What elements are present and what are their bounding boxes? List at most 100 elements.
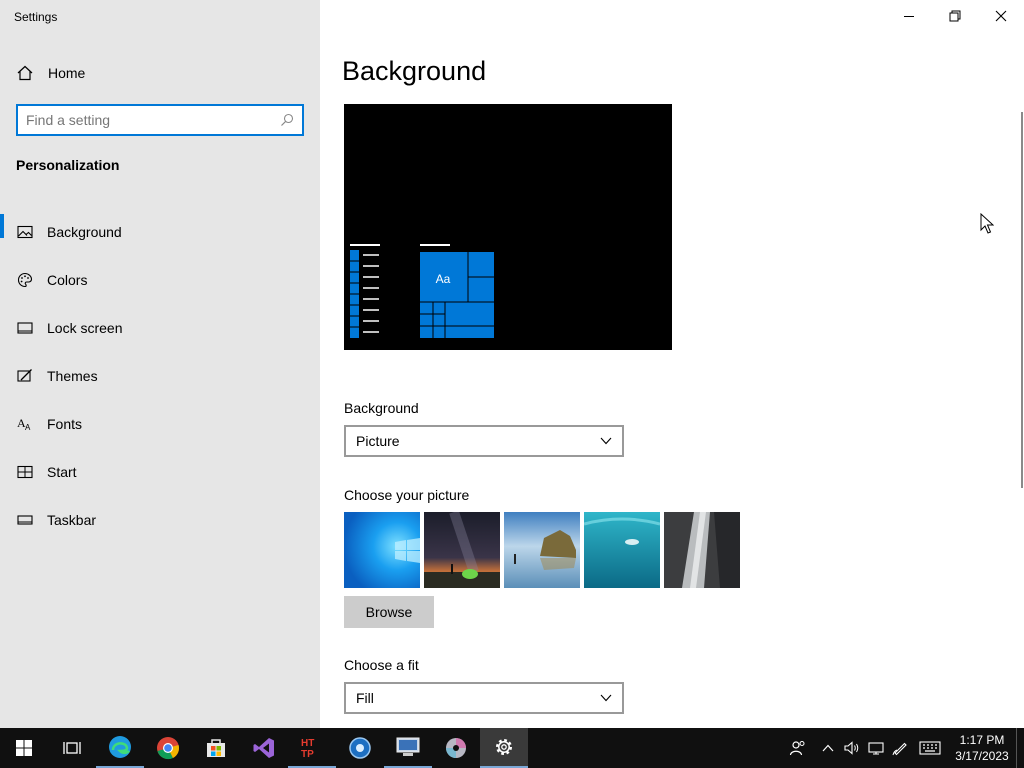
nav-label: Lock screen bbox=[47, 320, 123, 336]
chrome-icon bbox=[157, 737, 179, 760]
nav-label: Fonts bbox=[47, 416, 83, 432]
chevron-down-icon bbox=[600, 437, 612, 445]
settings-icon bbox=[496, 739, 512, 755]
pen-workspace-button[interactable] bbox=[888, 728, 912, 768]
minimize-icon bbox=[904, 16, 914, 17]
nav-label: Background bbox=[47, 224, 122, 240]
nav-label: Colors bbox=[47, 272, 88, 288]
http-tool-icon: HTTP bbox=[301, 738, 314, 759]
taskbar-app-media-player[interactable] bbox=[336, 728, 384, 768]
picture-thumbnail[interactable] bbox=[424, 512, 500, 588]
windows-logo-icon bbox=[16, 740, 32, 756]
search-box[interactable] bbox=[16, 104, 304, 136]
chevron-down-icon bbox=[600, 694, 612, 702]
network-tool-icon bbox=[396, 737, 420, 756]
taskbar-app-edge[interactable] bbox=[96, 728, 144, 768]
beach-rocks-picture bbox=[504, 512, 580, 588]
nav-label: Themes bbox=[47, 368, 98, 384]
clock-date: 3/17/2023 bbox=[955, 749, 1009, 763]
picture-icon bbox=[17, 225, 33, 239]
volume-button[interactable] bbox=[840, 728, 864, 768]
desktop-preview: Aa bbox=[344, 104, 672, 350]
nav-item-colors[interactable]: Colors bbox=[0, 256, 320, 304]
volume-icon bbox=[844, 741, 859, 755]
chevron-up-icon bbox=[822, 744, 834, 752]
close-icon bbox=[995, 10, 1007, 22]
preview-tile-text: Aa bbox=[436, 272, 451, 286]
taskbar-app-store[interactable] bbox=[192, 728, 240, 768]
svg-text:TP: TP bbox=[301, 749, 314, 759]
themes-icon bbox=[17, 369, 32, 382]
picture-thumbnail[interactable] bbox=[664, 512, 740, 588]
choose-picture-label: Choose your picture bbox=[344, 487, 470, 503]
store-icon bbox=[207, 739, 225, 757]
picture-thumbnail[interactable] bbox=[344, 512, 420, 588]
fit-dropdown[interactable]: Fill bbox=[344, 682, 624, 714]
lock-screen-icon bbox=[17, 322, 33, 334]
fit-value: Fill bbox=[356, 690, 374, 706]
scrollbar[interactable] bbox=[1021, 112, 1023, 488]
taskbar-app-visual-studio[interactable] bbox=[240, 728, 288, 768]
fonts-icon: AA bbox=[17, 416, 31, 432]
waterfall-cliff-picture bbox=[664, 512, 740, 588]
windows-hero-picture bbox=[344, 512, 420, 588]
start-button[interactable] bbox=[0, 728, 48, 768]
nav-item-lock-screen[interactable]: Lock screen bbox=[0, 304, 320, 352]
system-tray: 1:17 PM 3/17/2023 bbox=[780, 728, 1024, 768]
mouse-cursor-icon bbox=[980, 213, 994, 234]
visual-studio-icon bbox=[253, 738, 274, 758]
nav-list: Background Colors Lock screen Themes AA … bbox=[0, 208, 320, 544]
touch-keyboard-button[interactable] bbox=[912, 728, 948, 768]
minimize-button[interactable] bbox=[886, 0, 932, 32]
search-input[interactable] bbox=[26, 112, 280, 128]
sidebar: Settings Home Personalization Background… bbox=[0, 0, 320, 728]
home-label: Home bbox=[48, 65, 86, 81]
edge-icon bbox=[109, 736, 131, 758]
picture-thumbnails bbox=[344, 512, 740, 588]
task-view-icon bbox=[63, 742, 81, 754]
nav-item-fonts[interactable]: AA Fonts bbox=[0, 400, 320, 448]
clock-time: 1:17 PM bbox=[959, 733, 1005, 747]
nav-label: Taskbar bbox=[47, 512, 97, 528]
browse-button[interactable]: Browse bbox=[344, 596, 434, 628]
page-title: Background bbox=[342, 56, 487, 86]
svg-text:HT: HT bbox=[301, 738, 314, 749]
start-menu-icon bbox=[17, 465, 33, 479]
taskbar-app-chrome[interactable] bbox=[144, 728, 192, 768]
show-desktop-button[interactable] bbox=[1016, 728, 1024, 768]
nav-item-taskbar[interactable]: Taskbar bbox=[0, 496, 320, 544]
background-label: Background bbox=[344, 400, 419, 416]
network-icon bbox=[868, 742, 884, 755]
taskbar: HT TP 1:17 PM 3/17/2023 bbox=[0, 728, 1024, 768]
underwater-picture bbox=[584, 512, 660, 588]
people-icon bbox=[789, 741, 805, 756]
palette-icon bbox=[17, 272, 33, 288]
nav-item-start[interactable]: Start bbox=[0, 448, 320, 496]
taskbar-app-http-tool[interactable]: HT TP bbox=[288, 728, 336, 768]
taskbar-app-network-tool[interactable] bbox=[384, 728, 432, 768]
people-button[interactable] bbox=[780, 728, 816, 768]
media-player-icon bbox=[349, 737, 371, 759]
section-title: Personalization bbox=[16, 157, 120, 173]
picture-thumbnail[interactable] bbox=[504, 512, 580, 588]
home-link[interactable]: Home bbox=[16, 62, 85, 84]
picture-thumbnail[interactable] bbox=[584, 512, 660, 588]
taskbar-app-dvd[interactable] bbox=[432, 728, 480, 768]
background-value: Picture bbox=[356, 433, 400, 449]
network-button[interactable] bbox=[864, 728, 888, 768]
fit-label: Choose a fit bbox=[344, 657, 419, 673]
taskbar-clock[interactable]: 1:17 PM 3/17/2023 bbox=[948, 732, 1016, 764]
restore-button[interactable] bbox=[932, 0, 978, 32]
pen-icon bbox=[892, 742, 907, 756]
show-hidden-icons-button[interactable] bbox=[816, 728, 840, 768]
task-view-button[interactable] bbox=[48, 728, 96, 768]
taskbar-app-settings[interactable] bbox=[480, 728, 528, 768]
nav-item-background[interactable]: Background bbox=[0, 208, 320, 256]
close-button[interactable] bbox=[978, 0, 1024, 32]
background-dropdown[interactable]: Picture bbox=[344, 425, 624, 457]
nav-label: Start bbox=[47, 464, 77, 480]
taskbar-icon bbox=[17, 515, 33, 525]
search-icon[interactable] bbox=[280, 113, 294, 127]
dvd-icon bbox=[446, 738, 466, 758]
nav-item-themes[interactable]: Themes bbox=[0, 352, 320, 400]
